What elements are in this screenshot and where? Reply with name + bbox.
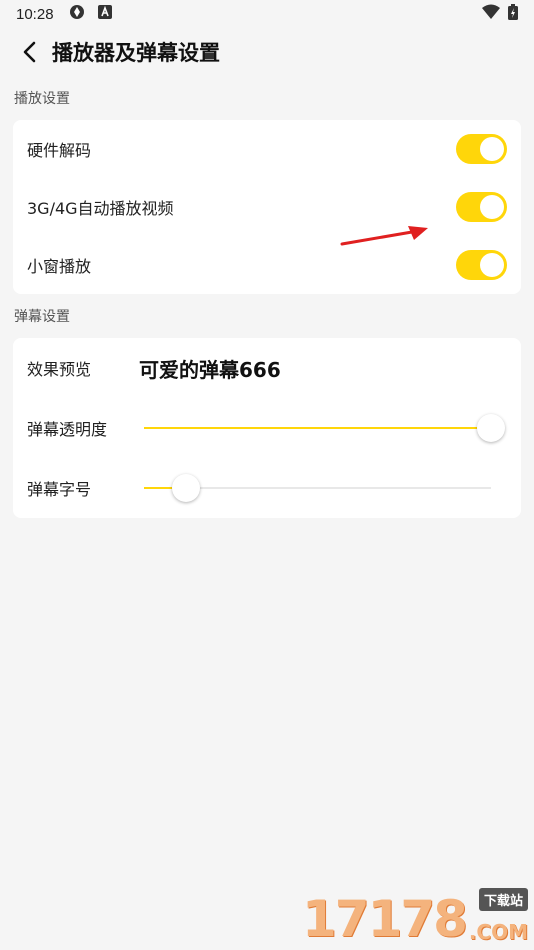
back-button[interactable] [14,37,44,67]
danmaku-preview-row: 效果预览 可爱的弹幕666 [13,338,521,398]
font-size-label: 弹幕字号 [27,480,92,499]
hardware-decode-toggle[interactable] [456,134,507,164]
mini-window-label: 小窗播放 [27,257,92,276]
playback-settings-card: 硬件解码 3G/4G自动播放视频 小窗播放 [13,120,521,294]
font-size-row: 弹幕字号 [13,458,521,518]
page-title: 播放器及弹幕设置 [52,41,220,65]
wifi-icon [482,4,500,24]
site-watermark: 17178 下载站 .COM [302,888,530,948]
hardware-decode-row: 硬件解码 [13,120,521,178]
app-bar: 播放器及弹幕设置 [0,28,534,76]
preview-danmaku-text: 可爱的弹幕666 [139,357,281,382]
mini-window-toggle[interactable] [456,250,507,280]
watermark-suffix: .COM [468,920,528,944]
opacity-row: 弹幕透明度 [13,398,521,458]
battery-icon [508,4,518,24]
mobile-autoplay-row: 3G/4G自动播放视频 [13,178,521,236]
danmaku-section-title: 弹幕设置 [14,309,70,325]
preview-label: 效果预览 [27,360,92,379]
watermark-digits: 17178 [302,890,468,948]
mini-window-row: 小窗播放 [13,236,521,294]
app-a-icon [97,5,112,23]
annotation-arrow-icon [340,226,428,246]
back-arrow-icon [23,41,36,63]
playback-section-title: 播放设置 [14,91,70,107]
mobile-autoplay-label: 3G/4G自动播放视频 [27,199,174,218]
danmaku-settings-card: 效果预览 可爱的弹幕666 弹幕透明度 弹幕字号 [13,338,521,518]
font-size-slider-thumb[interactable] [171,474,200,502]
opacity-slider[interactable] [144,413,505,443]
opacity-label: 弹幕透明度 [27,420,108,439]
mobile-autoplay-toggle[interactable] [456,192,507,222]
opacity-slider-thumb[interactable] [477,414,505,442]
sync-icon [68,3,86,25]
hardware-decode-label: 硬件解码 [27,141,92,160]
status-bar: 10:28 [0,0,534,28]
font-size-slider[interactable] [144,473,491,503]
status-time: 10:28 [16,5,54,23]
watermark-badge: 下载站 [478,888,528,911]
